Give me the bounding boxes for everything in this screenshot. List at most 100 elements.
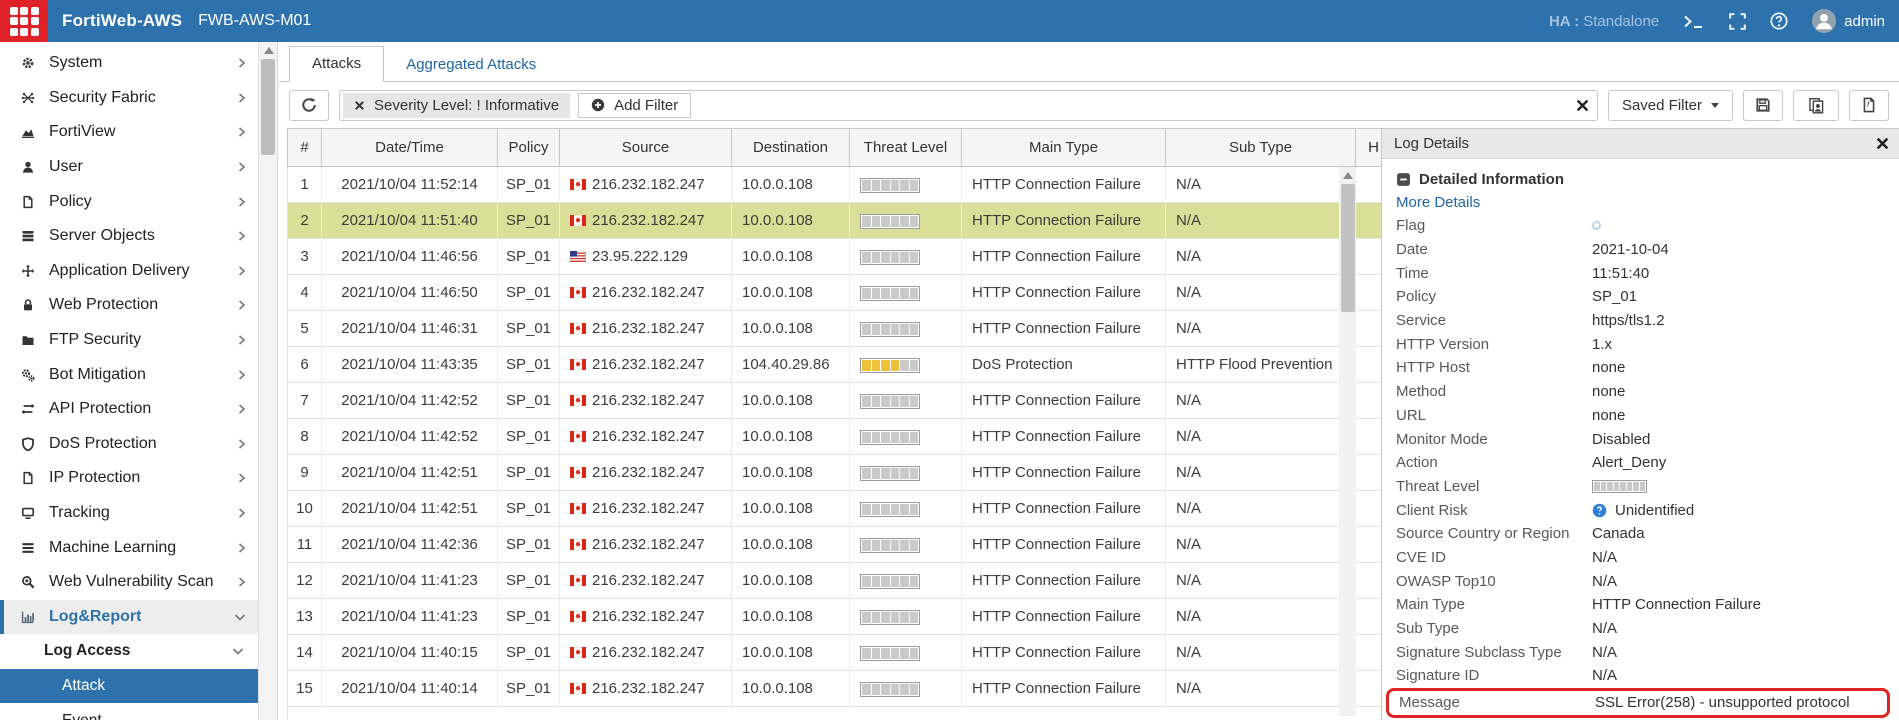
cell-policy: SP_01: [497, 238, 560, 275]
sidebar-item-tracking[interactable]: Tracking: [0, 496, 258, 531]
table-row[interactable]: 7 2021/10/04 11:42:52 SP_01 216.232.182.247…: [287, 382, 1392, 419]
column-header-date-time[interactable]: Date/Time: [321, 128, 498, 167]
table-header: # Date/Time Policy Source Destination Threat …: [287, 128, 1392, 167]
sidebar-item-security-fabric[interactable]: Security Fabric: [0, 81, 258, 116]
help-circle-icon[interactable]: [1592, 503, 1607, 518]
sidebar-item-log-access[interactable]: Log Access: [0, 634, 258, 669]
more-details-link[interactable]: More Details: [1396, 194, 1891, 211]
sidebar-item-ftp-security[interactable]: FTP Security: [0, 323, 258, 358]
detail-label: Source Country or Region: [1396, 525, 1570, 543]
cell-threat-level: [849, 418, 962, 455]
table-row[interactable]: 12 2021/10/04 11:41:23 SP_01 216.232.182.24…: [287, 562, 1392, 599]
export-pdf-button[interactable]: [1849, 89, 1889, 121]
scroll-up-arrow-icon[interactable]: [264, 47, 274, 54]
log-report-button[interactable]: [1793, 89, 1839, 121]
column-header-policy[interactable]: Policy: [497, 128, 560, 167]
table-row[interactable]: 14 2021/10/04 11:40:15 SP_01 216.232.182.24…: [287, 634, 1392, 671]
sidebar-item-label: Machine Learning: [49, 538, 177, 556]
table-row[interactable]: 15 2021/10/04 11:40:14 SP_01 216.232.182.24…: [287, 670, 1392, 707]
table-row[interactable]: 11 2021/10/04 11:42:36 SP_01 216.232.182.24…: [287, 526, 1392, 563]
table-row[interactable]: 13 2021/10/04 11:41:23 SP_01 216.232.182.24…: [287, 598, 1392, 635]
table-row[interactable]: 4 2021/10/04 11:46:50 SP_01 216.232.182.247…: [287, 274, 1392, 311]
sidebar-item-server-objects[interactable]: Server Objects: [0, 219, 258, 254]
cli-console-icon[interactable]: [1683, 14, 1705, 29]
filter-input[interactable]: Severity Level: ! Informative Add Filter: [339, 89, 1598, 121]
detail-label: Time: [1396, 264, 1429, 282]
cell-policy: SP_01: [497, 526, 560, 563]
table-row[interactable]: 2 2021/10/04 11:51:40 SP_01 216.232.182.247…: [287, 202, 1392, 239]
cell-main-type: HTTP Connection Failure: [961, 238, 1166, 275]
table-scrollbar[interactable]: [1339, 167, 1356, 716]
cell-num: 5: [287, 310, 322, 347]
detail-row-flag: Flag: [1396, 214, 1891, 238]
bar-chart-icon: [18, 610, 38, 624]
scrollbar-thumb[interactable]: [1340, 184, 1355, 312]
ha-label: HA :: [1548, 12, 1580, 30]
table-row[interactable]: 5 2021/10/04 11:46:31 SP_01 216.232.182.247…: [287, 310, 1392, 347]
sidebar-item-application-delivery[interactable]: Application Delivery: [0, 254, 258, 289]
sidebar-item-attack[interactable]: Attack: [0, 668, 258, 704]
column-header-destination[interactable]: Destination: [731, 128, 850, 167]
flag-circle-icon[interactable]: [1592, 221, 1601, 231]
table-row[interactable]: 6 2021/10/04 11:43:35 SP_01 216.232.182.247…: [287, 346, 1392, 383]
detail-label: Action: [1396, 454, 1438, 472]
column-header-threat-level[interactable]: Threat Level: [849, 128, 962, 167]
table-row[interactable]: 3 2021/10/04 11:46:56 SP_01 23.95.222.129 10…: [287, 238, 1392, 275]
sidebar-item-ip-protection[interactable]: IP Protection: [0, 461, 258, 496]
cell-threat-level: [849, 634, 962, 671]
table-row[interactable]: 1 2021/10/04 11:52:14 SP_01 216.232.182.247…: [287, 166, 1392, 203]
sidebar-item-machine-learning[interactable]: Machine Learning: [0, 530, 258, 565]
fullscreen-icon[interactable]: [1729, 12, 1746, 30]
close-icon[interactable]: [1876, 137, 1889, 150]
detailed-information-toggle[interactable]: Detailed Information: [1396, 171, 1891, 188]
cell-threat-level: [849, 202, 962, 239]
refresh-button[interactable]: [289, 89, 329, 121]
scroll-up-arrow-icon[interactable]: [1342, 172, 1353, 179]
scrollbar-thumb[interactable]: [261, 59, 275, 155]
clear-filters-icon[interactable]: [1576, 99, 1589, 112]
table-row[interactable]: 8 2021/10/04 11:42:52 SP_01 216.232.182.247…: [287, 418, 1392, 455]
detail-value: 2021-10-04: [1592, 241, 1669, 259]
sidebar-item-system[interactable]: System: [0, 46, 258, 81]
help-icon[interactable]: [1770, 12, 1788, 30]
sidebar-item-label: Bot Mitigation: [49, 365, 146, 383]
severity-filter-chip[interactable]: Severity Level: ! Informative: [343, 92, 571, 118]
cell-threat-level: [849, 490, 962, 527]
sidebar-item-dos-protection[interactable]: DoS Protection: [0, 427, 258, 462]
user-menu[interactable]: admin: [1812, 9, 1885, 33]
table-row[interactable]: 9 2021/10/04 11:42:51 SP_01 216.232.182.247…: [287, 454, 1392, 491]
sidebar-item-web-vulnerability-scan[interactable]: Web Vulnerability Scan: [0, 565, 258, 600]
device-name: FWB-AWS-M01: [198, 12, 312, 29]
remove-filter-icon[interactable]: [354, 100, 365, 111]
sidebar-item-web-protection[interactable]: Web Protection: [0, 288, 258, 323]
sidebar-item-label: Web Protection: [49, 296, 159, 314]
cell-sub-type: N/A: [1165, 382, 1356, 419]
cell-num: 7: [287, 382, 322, 419]
cell-main-type: HTTP Connection Failure: [961, 598, 1166, 635]
saved-filter-dropdown[interactable]: Saved Filter: [1607, 89, 1733, 121]
ha-status: HA : Standalone: [1549, 13, 1659, 30]
tab-aggregated-attacks[interactable]: Aggregated Attacks: [384, 48, 558, 82]
column-header-main-type[interactable]: Main Type: [961, 128, 1166, 167]
cell-sub-type: HTTP Flood Prevention: [1165, 346, 1356, 383]
sidebar-item-event[interactable]: Event: [0, 703, 258, 720]
sidebar-item-policy[interactable]: Policy: [0, 184, 258, 219]
sidebar-item-fortiview[interactable]: FortiView: [0, 115, 258, 150]
column-header-source[interactable]: Source: [559, 128, 732, 167]
cell-destination: 10.0.0.108: [731, 202, 850, 239]
sidebar-item-user[interactable]: User: [0, 150, 258, 185]
sidebar-item-api-protection[interactable]: API Protection: [0, 392, 258, 427]
lock-icon: [18, 298, 38, 312]
tab-attacks[interactable]: Attacks: [289, 46, 385, 82]
cell-policy: SP_01: [497, 670, 560, 707]
column-header-[interactable]: #: [287, 128, 322, 167]
column-header-sub-type[interactable]: Sub Type: [1165, 128, 1356, 167]
save-filter-button[interactable]: [1743, 89, 1783, 121]
add-filter-button[interactable]: Add Filter: [578, 92, 692, 118]
cell-policy: SP_01: [497, 346, 560, 383]
sidebar-item-bot-mitigation[interactable]: Bot Mitigation: [0, 357, 258, 392]
cell-source: 216.232.182.247: [559, 670, 732, 707]
sidebar-scrollbar[interactable]: [258, 42, 278, 720]
sidebar-item-log-report[interactable]: Log&Report: [0, 599, 258, 635]
table-row[interactable]: 10 2021/10/04 11:42:51 SP_01 216.232.182.24…: [287, 490, 1392, 527]
